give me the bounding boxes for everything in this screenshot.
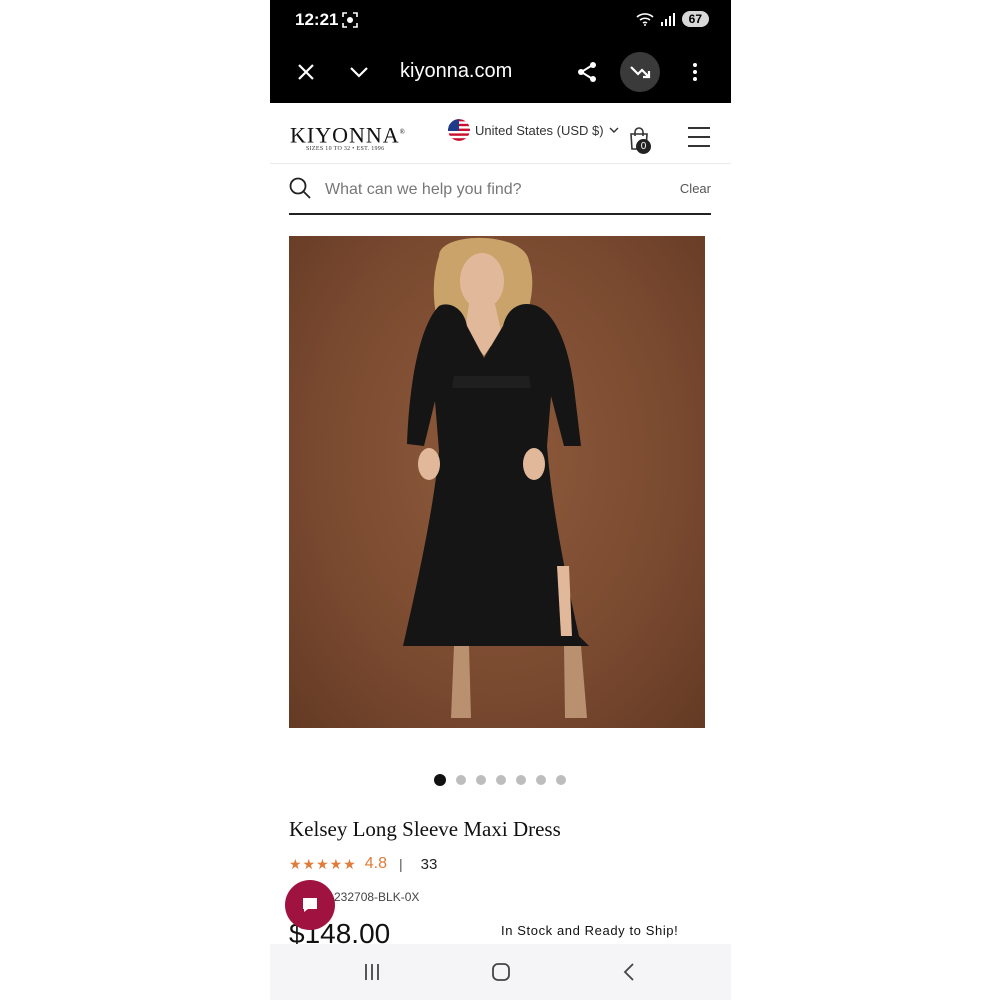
product-image[interactable]: [289, 236, 705, 728]
screen-record-icon: [342, 12, 358, 28]
browser-toolbar: kiyonna.com: [270, 50, 731, 94]
hamburger-menu-icon[interactable]: [688, 127, 710, 147]
search-input[interactable]: [323, 175, 647, 205]
recent-apps-icon[interactable]: [360, 960, 384, 984]
cart-button[interactable]: 0: [628, 127, 652, 154]
chat-button[interactable]: [285, 880, 335, 930]
browser-chrome: 12:21 67 kiyonna.com: [270, 0, 731, 103]
address-bar-url[interactable]: kiyonna.com: [400, 60, 512, 83]
carousel-dot[interactable]: [536, 775, 546, 785]
rating-value: 4.8: [364, 855, 388, 872]
country-label: United States (USD $): [475, 122, 604, 138]
review-count[interactable]: 33: [421, 856, 438, 873]
cart-count-badge: 0: [636, 139, 651, 154]
more-vertical-icon[interactable]: [683, 60, 707, 84]
logo-name: KIYONNA: [290, 122, 400, 148]
product-sku: 232708-BLK-0X: [334, 890, 420, 904]
logo-registered-mark: ®: [399, 128, 406, 136]
carousel-dot[interactable]: [556, 775, 566, 785]
signal-icon: [660, 12, 675, 26]
search-clear-button[interactable]: Clear: [680, 181, 711, 196]
close-icon[interactable]: [294, 60, 318, 84]
carousel-dot[interactable]: [434, 774, 446, 786]
carousel-dot[interactable]: [456, 775, 466, 785]
us-flag-icon: [448, 119, 470, 141]
carousel-dot[interactable]: [516, 775, 526, 785]
kiyonna-logo[interactable]: KIYONNA® SIZES 10 TO 32 • EST. 1996: [290, 121, 406, 153]
price-tracking-button[interactable]: [620, 52, 660, 92]
back-icon[interactable]: [618, 960, 642, 984]
wifi-icon: [636, 13, 654, 26]
stock-status: In Stock and Ready to Ship!: [501, 923, 679, 938]
country-selector[interactable]: United States (USD $): [448, 119, 619, 141]
status-icons: 67: [636, 11, 709, 27]
trending-down-icon: [630, 66, 651, 79]
rating-stars: ★★★★★: [289, 855, 357, 872]
product-photo-model: [403, 237, 589, 718]
search-icon[interactable]: [289, 177, 311, 199]
carousel-dot[interactable]: [496, 775, 506, 785]
chat-icon: [303, 898, 317, 912]
site-header: KIYONNA® SIZES 10 TO 32 • EST. 1996 Unit…: [270, 103, 731, 164]
share-icon[interactable]: [575, 60, 599, 84]
chevron-down-icon: [609, 127, 619, 133]
search-bar: Clear: [289, 165, 711, 215]
home-icon[interactable]: [489, 960, 513, 984]
product-title: Kelsey Long Sleeve Maxi Dress: [289, 817, 561, 841]
image-carousel-dots: [434, 774, 566, 786]
rating-separator: |: [399, 856, 403, 872]
status-time: 12:21: [295, 10, 339, 29]
product-rating[interactable]: ★★★★★ 4.8 | 33: [289, 855, 437, 873]
chevron-down-icon[interactable]: [347, 60, 371, 84]
battery-indicator: 67: [681, 11, 709, 27]
android-navigation-bar: [270, 944, 731, 1000]
carousel-dot[interactable]: [476, 775, 486, 785]
phone-screen: 12:21 67 kiyonna.com KIYONNA® SIZES 10 T…: [270, 0, 731, 1000]
